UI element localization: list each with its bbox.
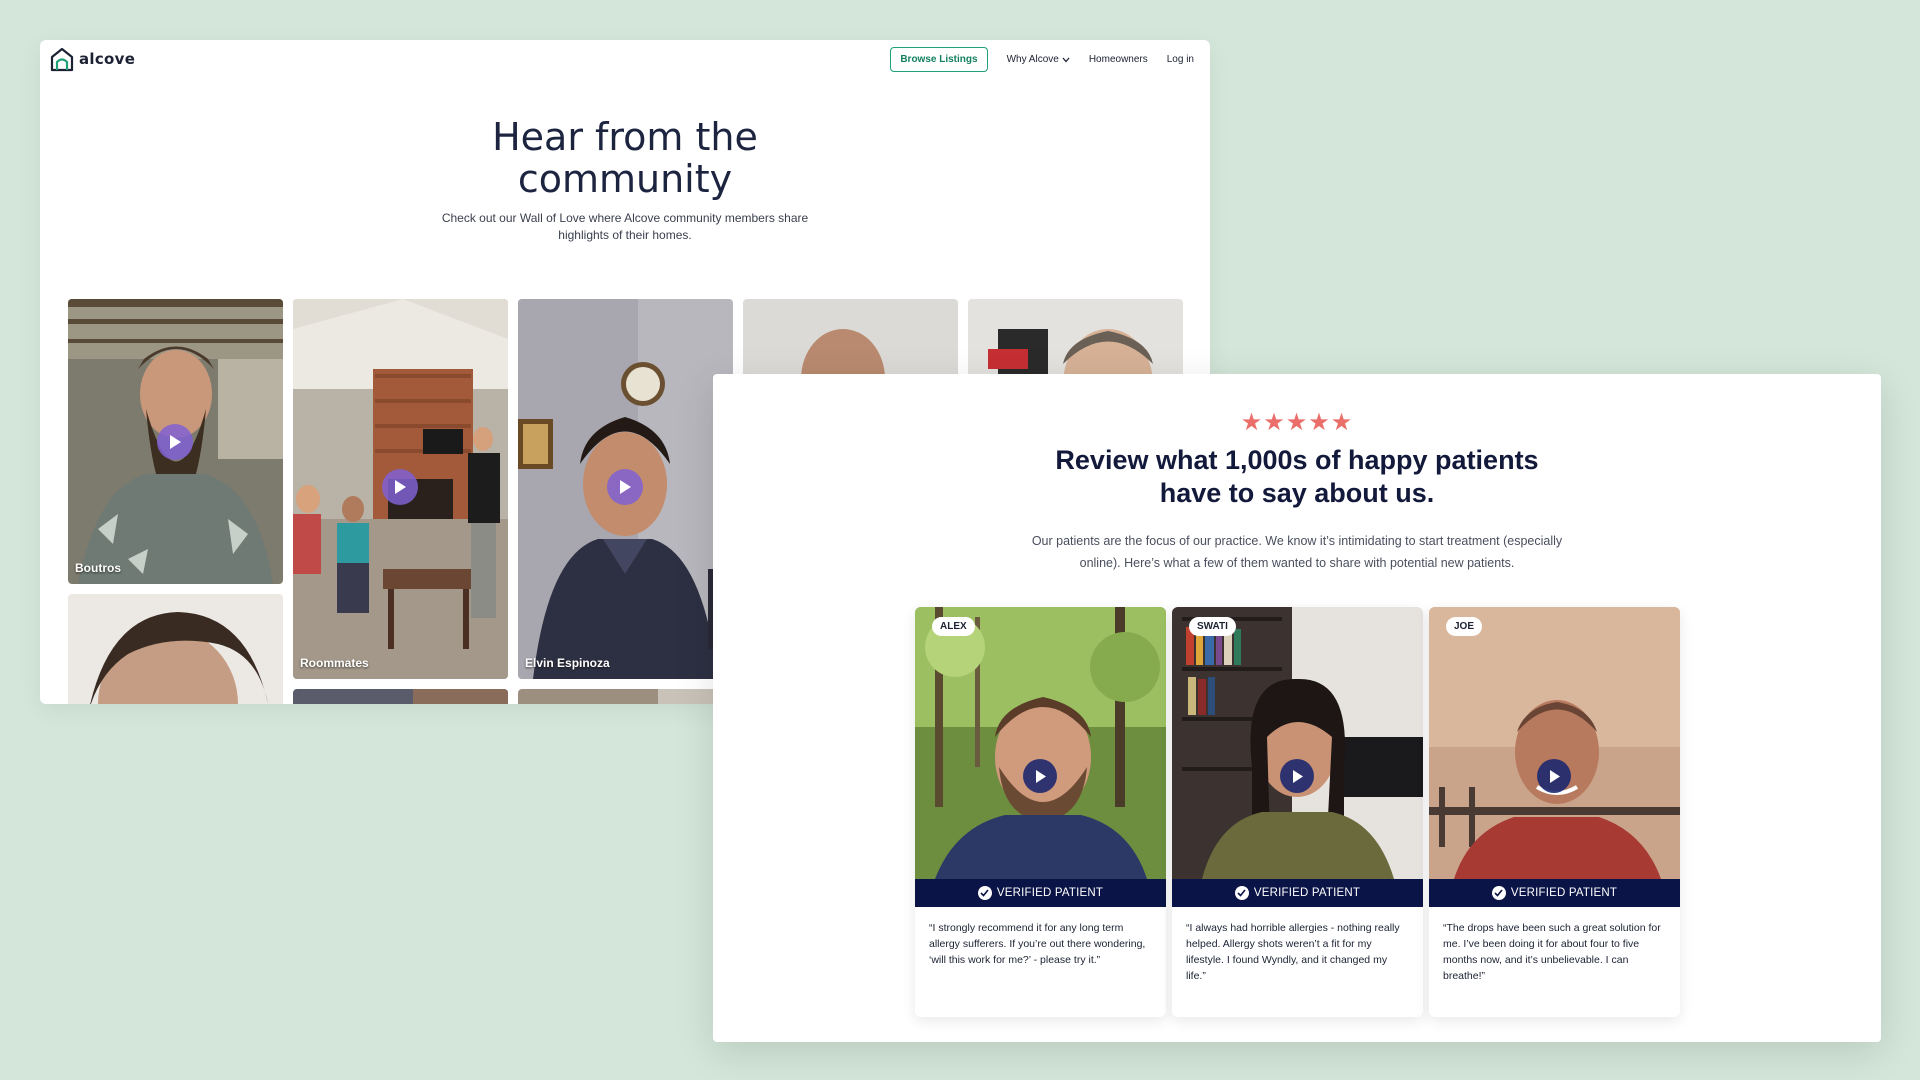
video-tile-elvin-espinoza[interactable]: Elvin Espinoza [518,299,733,679]
alcove-logo-text: alcove [79,50,136,68]
testimonial-card-swati: SWATI VERIFIED PATIENT “I always had hor… [1172,607,1423,1017]
video-caption: Boutros [75,561,121,575]
reviews-heading-line2: have to say about us. [1159,478,1435,508]
play-button[interactable] [382,469,418,505]
verified-patient-label: VERIFIED PATIENT [996,887,1104,899]
check-circle-icon [1491,886,1506,900]
verified-patient-badge: VERIFIED PATIENT [1172,879,1423,907]
play-button[interactable] [157,424,193,460]
testimonial-video-alex[interactable]: ALEX [915,607,1166,879]
why-alcove-label: Why Alcove [1006,54,1059,65]
video-tile-6[interactable] [68,594,283,704]
play-icon [395,480,406,494]
testimonial-quote: “The drops have been such a great soluti… [1443,922,1661,982]
house-logo-icon [50,47,74,72]
testimonial-card-alex: ALEX VERIFIED PATIENT “I strongly recomm… [915,607,1166,1017]
alcove-hero-subtitle: Check out our Wall of Love where Alcove … [441,211,809,242]
play-button[interactable] [1023,759,1057,793]
video-thumbnail-swati [1172,607,1423,879]
check-circle-icon [977,886,992,900]
alcove-navbar: alcove Browse Listings Why Alcove Homeow… [40,40,1210,80]
play-icon [1292,769,1303,783]
five-star-rating: ★★★★★ [1240,409,1354,436]
browse-listings-button[interactable]: Browse Listings [890,47,988,72]
video-thumbnail-6 [68,594,283,704]
play-button[interactable] [607,469,643,505]
patient-name-tag: ALEX [932,617,975,636]
verified-patient-label: VERIFIED PATIENT [1510,887,1618,899]
testimonial-video-joe[interactable]: JOE [1429,607,1680,879]
patient-name-tag: JOE [1446,617,1483,636]
alcove-nav-links: Browse Listings Why Alcove Homeowners Lo… [890,47,1194,72]
testimonial-quote: “I always had horrible allergies - nothi… [1186,922,1400,982]
video-caption: Elvin Espinoza [525,656,610,670]
video-tile-roommates[interactable]: Roommates [293,299,508,679]
check-circle-icon [1234,886,1249,900]
homeowners-link[interactable]: Homeowners [1089,54,1148,65]
video-tile-7[interactable] [293,689,508,704]
wyndly-window: ★★★★★ Review what 1,000s of happy patien… [713,374,1881,1042]
verified-patient-badge: VERIFIED PATIENT [1429,879,1680,907]
testimonial-quote: “I strongly recommend it for any long te… [929,922,1146,966]
why-alcove-menu[interactable]: Why Alcove [1007,54,1070,65]
play-icon [1035,769,1046,783]
hero-title-line1: Hear from the [492,115,758,159]
patient-name-tag: SWATI [1189,617,1236,636]
video-thumbnail-joe [1429,607,1680,879]
verified-patient-label: VERIFIED PATIENT [1253,887,1361,899]
alcove-hero-title: Hear from the community [40,116,1210,200]
play-icon [1549,769,1560,783]
play-button[interactable] [1280,759,1314,793]
alcove-logo[interactable]: alcove [49,46,135,72]
video-thumbnail-8 [518,689,733,704]
video-thumbnail-alex [915,607,1166,879]
reviews-subtitle: Our patients are the focus of our practi… [1031,534,1563,570]
play-icon [170,435,181,449]
video-tile-boutros[interactable]: Boutros [68,299,283,584]
reviews-heading-line1: Review what 1,000s of happy patients [1055,445,1539,475]
verified-patient-badge: VERIFIED PATIENT [915,879,1166,907]
testimonial-video-swati[interactable]: SWATI [1172,607,1423,879]
play-icon [620,480,631,494]
testimonial-card-joe: JOE VERIFIED PATIENT “The drops have bee… [1429,607,1680,1017]
video-caption: Roommates [300,656,369,670]
hero-title-line2: community [517,157,733,201]
chevron-down-icon [1062,57,1070,62]
video-thumbnail-7 [293,689,508,704]
video-tile-8[interactable] [518,689,733,704]
play-button[interactable] [1537,759,1571,793]
reviews-heading: Review what 1,000s of happy patients hav… [713,444,1881,510]
login-link[interactable]: Log in [1167,54,1194,65]
